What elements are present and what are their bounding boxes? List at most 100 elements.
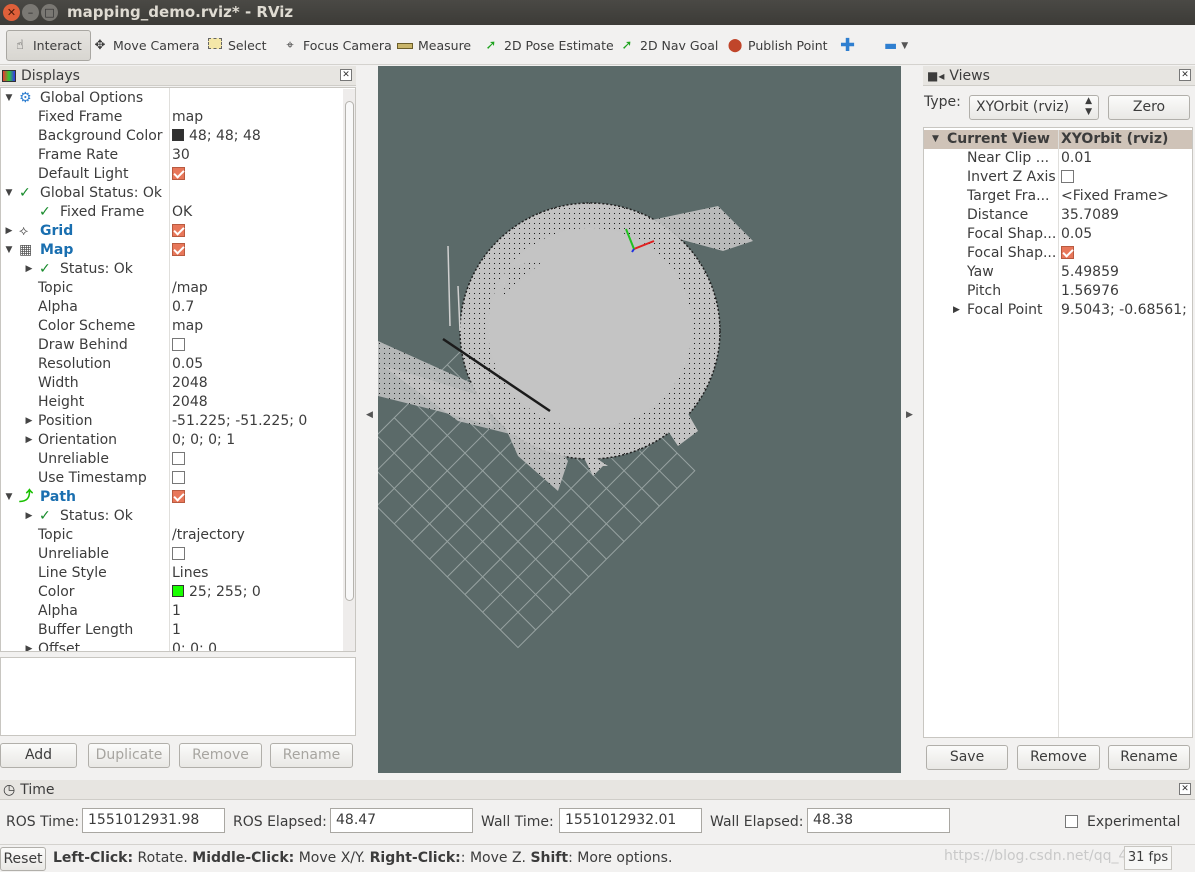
- view-row-focal-point[interactable]: ▶ Focal Point 9.5043; -0.68561; 0: [924, 301, 1192, 320]
- tree-value[interactable]: <Fixed Frame>: [1061, 187, 1169, 206]
- tree-value[interactable]: 30: [172, 146, 190, 165]
- tree-row-frame-rate[interactable]: Frame Rate 30: [1, 146, 343, 165]
- checkbox-unchecked[interactable]: [172, 451, 185, 465]
- move-camera-tool-button[interactable]: ✥ Move Camera: [91, 32, 200, 59]
- tree-value[interactable]: [1061, 168, 1074, 187]
- tree-row-map-status[interactable]: ▶ ✓ Status: Ok: [1, 260, 343, 279]
- zero-button[interactable]: Zero: [1108, 95, 1190, 120]
- expand-arrow-icon[interactable]: ▶: [953, 301, 960, 320]
- reset-button[interactable]: Reset: [0, 847, 46, 871]
- tree-value[interactable]: [172, 165, 185, 184]
- tree-value[interactable]: [172, 222, 185, 241]
- checkbox-unchecked[interactable]: [172, 470, 185, 484]
- tree-value[interactable]: 1: [172, 602, 181, 621]
- save-view-button[interactable]: Save: [926, 745, 1008, 770]
- tree-row-line-style[interactable]: Line Style Lines: [1, 564, 343, 583]
- tree-row-use-timestamp[interactable]: Use Timestamp: [1, 469, 343, 488]
- expand-arrow-icon[interactable]: ▼: [3, 488, 15, 507]
- expand-arrow-icon[interactable]: ▶: [23, 412, 35, 431]
- tree-row-position[interactable]: ▶ Position -51.225; -51.225; 0: [1, 412, 343, 431]
- tree-row-map-alpha[interactable]: Alpha 0.7: [1, 298, 343, 317]
- add-display-button[interactable]: Add: [0, 743, 77, 768]
- expand-arrow-icon[interactable]: ▶: [23, 507, 35, 526]
- tree-row-path-topic[interactable]: Topic/trajectory: [1, 526, 343, 545]
- tree-row-grid[interactable]: ▶ ⟡ Grid: [1, 222, 343, 241]
- tree-value[interactable]: [172, 469, 185, 488]
- displays-close-icon[interactable]: ✕: [340, 69, 352, 81]
- tree-value[interactable]: 2048: [172, 374, 208, 393]
- expand-arrow-icon[interactable]: ▶: [23, 260, 35, 279]
- tree-value[interactable]: 0; 0; 0; 1: [172, 431, 235, 450]
- checkbox-unchecked[interactable]: [172, 337, 185, 351]
- tree-value[interactable]: 1.56976: [1061, 282, 1119, 301]
- tree-row-status-fixed-frame[interactable]: ✓ Fixed Frame OK: [1, 203, 343, 222]
- tree-row-global-options[interactable]: ▼ ⚙ Global Options: [1, 89, 343, 108]
- window-close-icon[interactable]: ✕: [3, 4, 20, 21]
- remove-display-button[interactable]: Remove: [179, 743, 262, 768]
- select-tool-button[interactable]: Select: [206, 32, 267, 59]
- checkbox-checked[interactable]: [172, 242, 185, 256]
- tree-row-orientation[interactable]: ▶ Orientation 0; 0; 0; 1: [1, 431, 343, 450]
- duplicate-display-button[interactable]: Duplicate: [88, 743, 170, 768]
- tree-row-buffer-length[interactable]: Buffer Length 1: [1, 621, 343, 640]
- tree-row-color-scheme[interactable]: Color Scheme map: [1, 317, 343, 336]
- tree-row-fixed-frame[interactable]: Fixed Frame map: [1, 108, 343, 127]
- collapse-right-arrow-icon[interactable]: ▶: [906, 410, 913, 420]
- tree-value[interactable]: [172, 450, 185, 469]
- tree-value[interactable]: map: [172, 108, 203, 127]
- tree-value[interactable]: 0.05: [1061, 225, 1092, 244]
- window-maximize-icon[interactable]: □: [41, 4, 58, 21]
- tree-row-offset[interactable]: ▶ Offset 0; 0; 0: [1, 640, 343, 651]
- tree-value[interactable]: [172, 336, 185, 355]
- tree-value[interactable]: 25; 255; 0: [172, 583, 261, 602]
- tree-row-global-status[interactable]: ▼ ✓ Global Status: Ok: [1, 184, 343, 203]
- tree-value[interactable]: 0.7: [172, 298, 194, 317]
- view-row-target-frame[interactable]: Target Fra... <Fixed Frame>: [924, 187, 1192, 206]
- checkbox-checked[interactable]: [1061, 245, 1074, 259]
- tree-value[interactable]: [172, 488, 185, 507]
- view-row-invert-z[interactable]: Invert Z Axis: [924, 168, 1192, 187]
- tree-row-path-alpha[interactable]: Alpha 1: [1, 602, 343, 621]
- tree-value[interactable]: 5.49859: [1061, 263, 1119, 282]
- tree-value[interactable]: 9.5043; -0.68561; 0: [1061, 301, 1192, 320]
- tree-value[interactable]: 1: [172, 621, 181, 640]
- tree-value[interactable]: map: [172, 317, 203, 336]
- remove-view-button[interactable]: Remove: [1017, 745, 1100, 770]
- checkbox-unchecked[interactable]: [172, 546, 185, 560]
- focus-camera-tool-button[interactable]: ⌖ Focus Camera: [281, 32, 391, 59]
- tree-value[interactable]: /trajectory: [172, 526, 245, 545]
- checkbox-checked[interactable]: [172, 166, 185, 180]
- tree-row-path-status[interactable]: ▶ ✓ Status: Ok: [1, 507, 343, 526]
- pose-estimate-tool-button[interactable]: ➚ 2D Pose Estimate: [482, 32, 614, 59]
- tree-value[interactable]: -51.225; -51.225; 0: [172, 412, 307, 431]
- wall-time-field[interactable]: 1551012932.01: [559, 808, 702, 833]
- render-3d-view[interactable]: [378, 66, 901, 773]
- tree-value[interactable]: [1061, 244, 1074, 263]
- expand-arrow-icon[interactable]: ▼: [932, 130, 939, 149]
- measure-tool-button[interactable]: Measure: [396, 32, 471, 59]
- tree-row-default-light[interactable]: Default Light: [1, 165, 343, 184]
- view-row-focal-shape-size[interactable]: Focal Shap... 0.05: [924, 225, 1192, 244]
- tree-row-map-topic[interactable]: Topic/map: [1, 279, 343, 298]
- tree-value[interactable]: 2048: [172, 393, 208, 412]
- tree-value[interactable]: 0.01: [1061, 149, 1092, 168]
- view-row-near-clip[interactable]: Near Clip ... 0.01: [924, 149, 1192, 168]
- tree-row-unreliable[interactable]: Unreliable: [1, 450, 343, 469]
- expand-arrow-icon[interactable]: ▶: [23, 640, 35, 651]
- tree-row-draw-behind[interactable]: Draw Behind: [1, 336, 343, 355]
- tree-value[interactable]: 0.05: [172, 355, 203, 374]
- views-close-icon[interactable]: ✕: [1179, 69, 1191, 81]
- ros-time-field[interactable]: 1551012931.98: [82, 808, 225, 833]
- checkbox-unchecked[interactable]: [1061, 169, 1074, 183]
- tree-row-path-unreliable[interactable]: Unreliable: [1, 545, 343, 564]
- expand-arrow-icon[interactable]: ▶: [3, 222, 15, 241]
- view-row-distance[interactable]: Distance 35.7089: [924, 206, 1192, 225]
- tree-row-width[interactable]: Width 2048: [1, 374, 343, 393]
- expand-arrow-icon[interactable]: ▼: [3, 184, 15, 203]
- tree-row-path[interactable]: ▼ ⤴ Path: [1, 488, 343, 507]
- tree-row-map[interactable]: ▼ ▦ Map: [1, 241, 343, 260]
- tree-row-resolution[interactable]: Resolution 0.05: [1, 355, 343, 374]
- collapse-left-arrow-icon[interactable]: ◀: [366, 410, 373, 420]
- view-type-select[interactable]: XYOrbit (rviz) ▲ ▼: [969, 95, 1099, 120]
- tree-value[interactable]: 0; 0; 0: [172, 640, 217, 651]
